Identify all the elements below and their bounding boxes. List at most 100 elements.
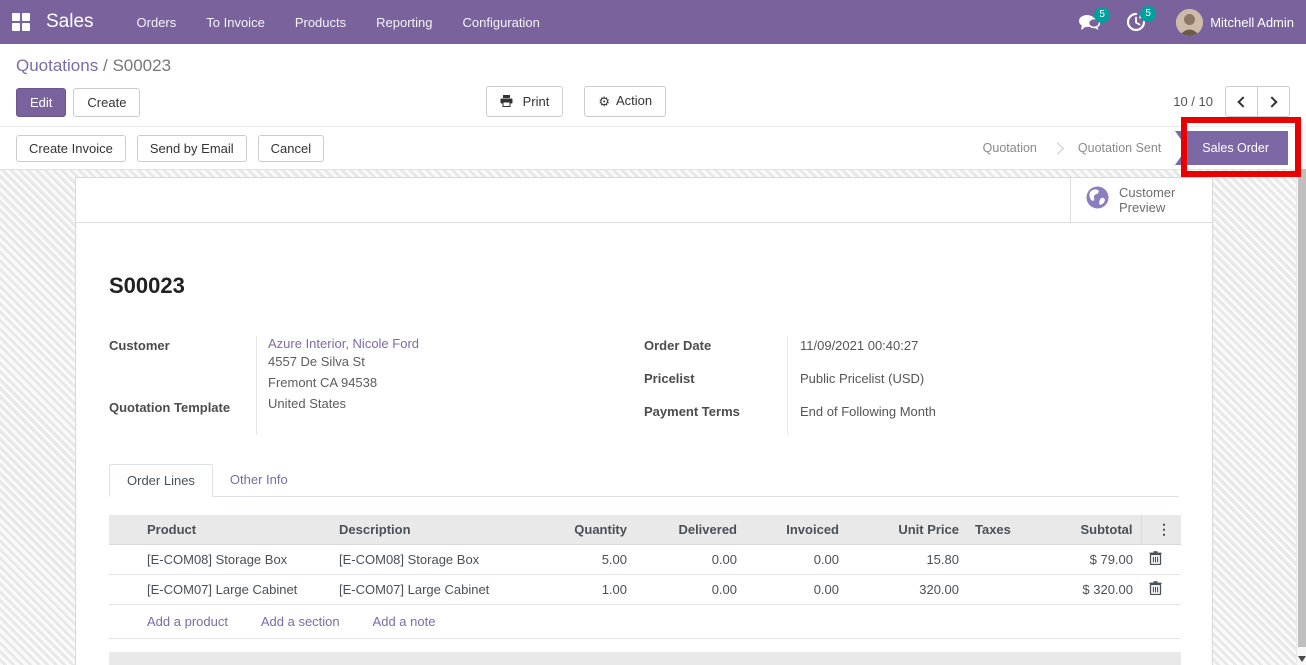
step-sales-order-active[interactable]: Sales Order — [1175, 131, 1288, 165]
pager-next-button[interactable] — [1257, 86, 1290, 117]
chevron-right-icon — [1266, 96, 1277, 107]
cell-invoiced[interactable]: 0.00 — [745, 575, 847, 605]
nav-item-to-invoice[interactable]: To Invoice — [191, 0, 280, 44]
scrollbar-thumb[interactable] — [1298, 169, 1306, 647]
delete-line-button[interactable] — [1149, 551, 1162, 568]
cell-subtotal: $ 79.00 — [1023, 545, 1141, 575]
handle-column-header — [109, 515, 139, 545]
print-button[interactable]: Print — [486, 86, 563, 117]
step-quotation[interactable]: Quotation — [983, 141, 1037, 155]
delete-line-button[interactable] — [1149, 581, 1162, 598]
customer-preview-button[interactable]: Customer Preview — [1070, 178, 1212, 222]
tab-other-info[interactable]: Other Info — [213, 464, 305, 496]
cell-quantity[interactable]: 5.00 — [525, 545, 635, 575]
app-brand[interactable]: Sales — [46, 11, 94, 33]
triangle-down-icon — [1298, 656, 1306, 662]
order-lines-table: Product Description Quantity Delivered I… — [109, 515, 1181, 639]
action-button[interactable]: ⚙Action — [584, 86, 666, 117]
pager-previous-button[interactable] — [1225, 86, 1258, 117]
create-invoice-button[interactable]: Create Invoice — [16, 135, 126, 162]
cell-invoiced[interactable]: 0.00 — [745, 545, 847, 575]
nav-item-reporting[interactable]: Reporting — [361, 0, 447, 44]
cell-description[interactable]: [E-COM07] Large Cabinet — [331, 575, 525, 605]
notebook-tabs: Order Lines Other Info — [109, 464, 1179, 497]
address-line-1: 4557 De Silva St — [268, 351, 644, 372]
pricelist-value: Public Pricelist (USD) — [787, 369, 1179, 402]
create-button[interactable]: Create — [73, 88, 140, 117]
breadcrumb: Quotations / S00023 — [0, 44, 1306, 78]
col-delivered[interactable]: Delivered — [635, 515, 745, 545]
cancel-button[interactable]: Cancel — [258, 135, 324, 162]
chevron-left-icon — [1237, 96, 1248, 107]
order-line-row[interactable]: [E-COM08] Storage Box [E-COM08] Storage … — [109, 545, 1181, 575]
pricelist-label: Pricelist — [644, 369, 787, 402]
button-box: Customer Preview — [76, 178, 1212, 223]
nav-item-products[interactable]: Products — [280, 0, 361, 44]
order-date-label: Order Date — [644, 336, 787, 369]
cell-description[interactable]: [E-COM08] Storage Box — [331, 545, 525, 575]
activities-badge: 5 — [1140, 6, 1156, 22]
user-menu[interactable]: Mitchell Admin — [1176, 9, 1294, 36]
messages-button[interactable]: 5 — [1068, 9, 1110, 35]
left-field-group: Customer Quotation Template Azure Interi… — [109, 336, 644, 435]
cell-taxes[interactable] — [967, 575, 1023, 605]
cell-unit-price[interactable]: 320.00 — [847, 575, 967, 605]
form-sheet: Customer Preview S00023 Customer Quotati… — [75, 177, 1213, 665]
address-line-2: Fremont CA 94538 — [268, 372, 644, 393]
address-line-3: United States — [268, 393, 644, 414]
breadcrumb-separator: / — [103, 56, 108, 75]
add-a-note-link[interactable]: Add a note — [373, 614, 436, 629]
col-invoiced[interactable]: Invoiced — [745, 515, 847, 545]
col-description[interactable]: Description — [331, 515, 525, 545]
cell-quantity[interactable]: 1.00 — [525, 575, 635, 605]
pager: 10 / 10 — [1173, 86, 1290, 117]
add-a-section-link[interactable]: Add a section — [261, 614, 340, 629]
gear-icon: ⚙ — [598, 94, 610, 109]
nav-menu: Orders To Invoice Products Reporting Con… — [122, 0, 555, 44]
breadcrumb-quotations[interactable]: Quotations — [16, 56, 98, 75]
step-separator-icon — [1051, 142, 1064, 155]
col-product[interactable]: Product — [139, 515, 331, 545]
col-quantity[interactable]: Quantity — [525, 515, 635, 545]
col-subtotal[interactable]: Subtotal — [1023, 515, 1141, 545]
apps-menu-icon[interactable] — [12, 13, 30, 31]
trash-icon — [1149, 551, 1162, 565]
cell-taxes[interactable] — [967, 545, 1023, 575]
scrollbar-down-button[interactable] — [1297, 656, 1306, 662]
optional-columns-button[interactable]: ⋮ — [1141, 515, 1181, 545]
step-quotation-sent[interactable]: Quotation Sent — [1078, 141, 1161, 155]
form-view-content: Customer Preview S00023 Customer Quotati… — [0, 170, 1306, 665]
cell-product[interactable]: [E-COM08] Storage Box — [139, 545, 331, 575]
cell-unit-price[interactable]: 15.80 — [847, 545, 967, 575]
order-date-value: 11/09/2021 00:40:27 — [787, 336, 1179, 369]
table-footer-links-row: Add a product Add a section Add a note — [109, 605, 1181, 639]
control-panel: Quotations / S00023 Edit Create Print ⚙A… — [0, 44, 1306, 126]
send-by-email-button[interactable]: Send by Email — [137, 135, 247, 162]
printer-icon — [500, 95, 517, 110]
tab-order-lines[interactable]: Order Lines — [109, 464, 213, 497]
cell-delivered[interactable]: 0.00 — [635, 575, 745, 605]
col-taxes[interactable]: Taxes — [967, 515, 1023, 545]
edit-button[interactable]: Edit — [16, 88, 66, 117]
messages-badge: 5 — [1094, 7, 1110, 23]
right-field-group: Order Date 11/09/2021 00:40:27 Pricelist… — [644, 336, 1179, 435]
vertical-dots-icon: ⋮ — [1157, 521, 1171, 537]
activities-button[interactable]: 5 — [1116, 8, 1156, 36]
nav-item-configuration[interactable]: Configuration — [448, 0, 555, 44]
document-title: S00023 — [109, 273, 1179, 299]
quotation-template-label: Quotation Template — [109, 400, 256, 415]
customer-preview-label: Customer Preview — [1119, 185, 1183, 215]
table-header-row: Product Description Quantity Delivered I… — [109, 515, 1181, 545]
add-a-product-link[interactable]: Add a product — [147, 614, 228, 629]
col-unit-price[interactable]: Unit Price — [847, 515, 967, 545]
user-name: Mitchell Admin — [1210, 15, 1294, 30]
vertical-scrollbar[interactable] — [1296, 125, 1306, 665]
customer-label: Customer — [109, 338, 256, 353]
order-line-row[interactable]: [E-COM07] Large Cabinet [E-COM07] Large … — [109, 575, 1181, 605]
status-steps: Quotation Quotation Sent Sales Order — [983, 127, 1306, 169]
nav-item-orders[interactable]: Orders — [122, 0, 192, 44]
cell-product[interactable]: [E-COM07] Large Cabinet — [139, 575, 331, 605]
customer-value[interactable]: Azure Interior, Nicole Ford — [268, 336, 644, 351]
cell-delivered[interactable]: 0.00 — [635, 545, 745, 575]
trash-icon — [1149, 581, 1162, 595]
